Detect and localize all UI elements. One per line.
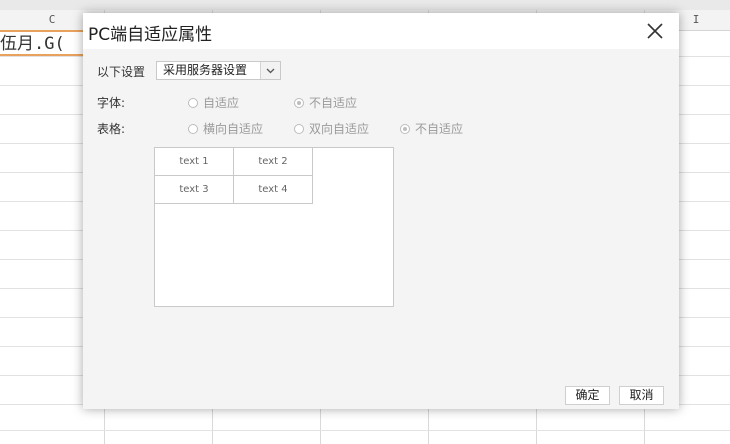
radio-label: 横向自适应 <box>203 122 264 136</box>
radio-circle[interactable] <box>294 123 304 134</box>
settings-select[interactable]: 采用服务器设置 <box>156 61 281 80</box>
cancel-button[interactable]: 取消 <box>619 386 664 405</box>
dialog-title: PC端自适应属性 <box>88 25 213 45</box>
adaptive-properties-dialog: PC端自适应属性 以下设置 采用服务器设置 字体: 自适应 不自适应 表格: 横… <box>83 13 679 409</box>
close-icon <box>647 23 663 39</box>
grid-line <box>0 430 730 431</box>
cell-formula-text[interactable]: 伍月.G( <box>0 30 65 56</box>
settings-select-value: 采用服务器设置 <box>163 63 248 77</box>
preview-cell: text 2 <box>233 147 313 176</box>
preview-cell: text 4 <box>233 175 313 204</box>
settings-label: 以下设置 <box>97 65 146 79</box>
preview-cell: text 1 <box>154 147 234 176</box>
table-horizontal-adaptive-radio[interactable]: 横向自适应 <box>188 120 263 137</box>
radio-circle[interactable] <box>188 123 198 134</box>
radio-label: 不自适应 <box>415 122 464 136</box>
font-non-adaptive-radio[interactable]: 不自适应 <box>294 94 357 111</box>
dialog-titlebar[interactable]: PC端自适应属性 <box>83 13 679 49</box>
table-label: 表格: <box>97 122 126 136</box>
table-bidirectional-adaptive-radio[interactable]: 双向自适应 <box>294 120 369 137</box>
radio-circle[interactable] <box>188 97 198 108</box>
font-adaptive-radio[interactable]: 自适应 <box>188 94 239 111</box>
chevron-down-icon <box>266 68 275 74</box>
layout-preview: text 1 text 2 text 3 text 4 <box>154 147 394 307</box>
table-non-adaptive-radio[interactable]: 不自适应 <box>400 120 463 137</box>
radio-label: 不自适应 <box>309 96 358 110</box>
preview-cell: text 3 <box>154 175 234 204</box>
radio-label: 双向自适应 <box>309 122 370 136</box>
font-label: 字体: <box>97 96 126 110</box>
close-button[interactable] <box>645 21 665 41</box>
confirm-button[interactable]: 确定 <box>565 386 610 405</box>
sheet-toolbar-strip <box>0 0 730 10</box>
select-arrow[interactable] <box>260 62 280 79</box>
radio-circle-checked[interactable] <box>400 123 410 134</box>
radio-label: 自适应 <box>203 96 240 110</box>
radio-circle-checked[interactable] <box>294 97 304 108</box>
